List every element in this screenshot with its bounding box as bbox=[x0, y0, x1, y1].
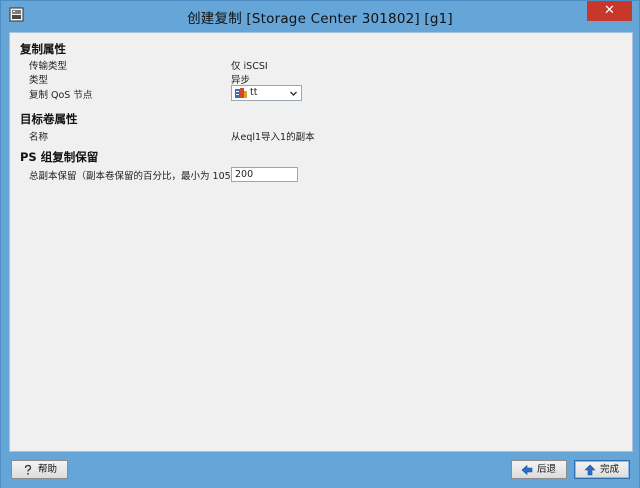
finish-button[interactable]: 完成 bbox=[574, 460, 630, 479]
arrow-left-icon bbox=[521, 464, 533, 476]
dialog-content: 复制属性 传输类型 仅 iSCSI 类型 异步 复制 QoS 节点 tt 目标卷… bbox=[9, 32, 633, 452]
help-icon bbox=[24, 464, 32, 475]
type-value: 异步 bbox=[231, 75, 251, 86]
back-button-label: 后退 bbox=[537, 464, 557, 475]
help-button[interactable]: 帮助 bbox=[11, 460, 68, 479]
qos-node-label: 复制 QoS 节点 bbox=[29, 90, 93, 101]
transport-type-value: 仅 iSCSI bbox=[231, 61, 268, 72]
total-reserve-input[interactable]: 200 bbox=[231, 167, 298, 182]
footer-bar: 帮助 后退 完成 bbox=[1, 452, 639, 488]
help-button-label: 帮助 bbox=[38, 464, 58, 475]
total-reserve-label: 总副本保留（副本卷保留的百分比，最小为 105%） bbox=[29, 171, 250, 182]
close-icon: ✕ bbox=[604, 3, 615, 18]
volume-name-label: 名称 bbox=[29, 132, 49, 143]
section-title-target-volume-properties: 目标卷属性 bbox=[20, 112, 78, 126]
transport-type-label: 传输类型 bbox=[29, 61, 68, 72]
section-title-ps-group-reservation: PS 组复制保留 bbox=[20, 150, 99, 164]
back-button[interactable]: 后退 bbox=[511, 460, 567, 479]
qos-node-select[interactable]: tt bbox=[231, 85, 302, 101]
title-bar[interactable]: 创建复制 [Storage Center 301802] [g1] ✕ bbox=[1, 1, 639, 31]
window-title: 创建复制 [Storage Center 301802] [g1] bbox=[187, 11, 453, 27]
qos-node-icon bbox=[235, 88, 247, 98]
type-label: 类型 bbox=[29, 75, 49, 86]
section-title-replication-properties: 复制属性 bbox=[20, 42, 66, 56]
finish-button-label: 完成 bbox=[600, 464, 620, 475]
qos-node-selected-value: tt bbox=[250, 87, 258, 98]
close-button[interactable]: ✕ bbox=[587, 1, 632, 21]
volume-name-value: 从eql1导入1的副本 bbox=[231, 132, 315, 143]
dialog-window: 创建复制 [Storage Center 301802] [g1] ✕ 复制属性… bbox=[0, 0, 640, 488]
arrow-up-icon bbox=[584, 464, 596, 476]
chevron-down-icon bbox=[290, 91, 297, 96]
